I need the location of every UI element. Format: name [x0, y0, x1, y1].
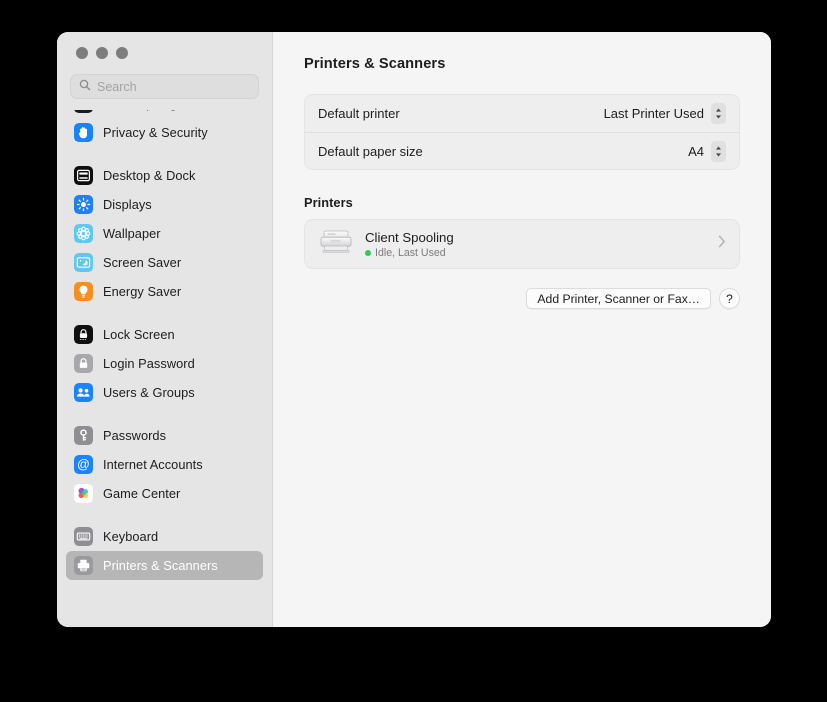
sidebar-item-label: Energy Saver [103, 284, 182, 299]
keyboard-icon [74, 527, 93, 546]
default-paper-size-value: A4 [688, 143, 704, 159]
close-button[interactable] [76, 47, 88, 59]
sidebar-group: Desktop & Dock Displays Wallpaper Screen… [66, 161, 263, 320]
sidebar-item-label: Keyboard [103, 529, 159, 544]
printer-row[interactable]: Client Spooling Idle, Last Used [304, 219, 740, 269]
sidebar: Siri & Spotlight Privacy & Security [57, 32, 273, 627]
sidebar-item-label: Passwords [103, 428, 167, 443]
sidebar-item-internet-accounts[interactable]: @ Internet Accounts [66, 450, 263, 479]
sidebar-item-label: Game Center [103, 486, 181, 501]
default-printer-value: Last Printer Used [603, 106, 704, 121]
sidebar-group: Lock Screen Login Password Users & Group… [66, 320, 263, 421]
sidebar-group: Siri & Spotlight Privacy & Security [66, 110, 263, 161]
printers-section-heading: Printers [304, 195, 353, 210]
search-field[interactable] [70, 74, 259, 99]
sidebar-item-wallpaper[interactable]: Wallpaper [66, 219, 263, 248]
game-center-icon [74, 484, 93, 503]
default-settings-card: Default printer Last Printer Used Defaul… [304, 94, 740, 170]
printer-status-text: Idle, Last Used [375, 246, 446, 259]
screen-saver-icon [74, 253, 93, 272]
displays-icon [74, 195, 93, 214]
printer-info: Client Spooling Idle, Last Used [365, 230, 707, 259]
system-settings-window: Siri & Spotlight Privacy & Security [57, 32, 771, 627]
wallpaper-icon [74, 224, 93, 243]
sidebar-item-keyboard[interactable]: Keyboard [66, 522, 263, 551]
printer-icon [74, 556, 93, 575]
sidebar-item-lock-screen[interactable]: Lock Screen [66, 320, 263, 349]
default-printer-popup-button[interactable] [711, 103, 726, 124]
users-groups-icon [74, 383, 93, 402]
add-printer-button[interactable]: Add Printer, Scanner or Fax… [526, 288, 711, 309]
sidebar-item-label: Users & Groups [103, 385, 195, 400]
default-paper-size-row[interactable]: Default paper size A4 [305, 132, 739, 169]
sidebar-item-siri-spotlight[interactable]: Siri & Spotlight [66, 110, 263, 118]
sidebar-group: Passwords @ Internet Accounts Game Cente… [66, 421, 263, 522]
svg-text:@: @ [77, 458, 90, 472]
sidebar-item-users-groups[interactable]: Users & Groups [66, 378, 263, 407]
search-input[interactable] [97, 79, 250, 94]
sidebar-item-label: Desktop & Dock [103, 168, 196, 183]
window-titlebar [57, 32, 272, 74]
sidebar-item-label: Screen Saver [103, 255, 182, 270]
chevron-up-down-icon [716, 108, 721, 119]
sidebar-item-label: Wallpaper [103, 226, 161, 241]
siri-icon [74, 110, 93, 113]
zoom-button[interactable] [116, 47, 128, 59]
sidebar-nav-list: Siri & Spotlight Privacy & Security [66, 110, 263, 580]
sidebar-item-privacy-security[interactable]: Privacy & Security [66, 118, 263, 147]
help-button[interactable]: ? [719, 288, 740, 309]
search-icon [79, 78, 91, 96]
sidebar-item-displays[interactable]: Displays [66, 190, 263, 219]
sidebar-nav-scroll[interactable]: Siri & Spotlight Privacy & Security [57, 110, 272, 627]
desktop-dock-icon [74, 166, 93, 185]
sidebar-item-label: Internet Accounts [103, 457, 203, 472]
content-pane: Printers & Scanners Default printer Last… [273, 32, 771, 627]
page-title: Printers & Scanners [304, 56, 446, 72]
login-password-icon [74, 354, 93, 373]
sidebar-group: Keyboard Printers & Scanners [66, 522, 263, 580]
sidebar-item-label: Siri & Spotlight [103, 110, 188, 111]
search-container [57, 74, 272, 110]
lock-screen-icon [74, 325, 93, 344]
hand-shield-icon [74, 123, 93, 142]
default-paper-size-label: Default paper size [318, 143, 423, 159]
sidebar-item-passwords[interactable]: Passwords [66, 421, 263, 450]
sidebar-item-login-password[interactable]: Login Password [66, 349, 263, 378]
default-printer-row[interactable]: Default printer Last Printer Used [305, 95, 739, 132]
minimize-button[interactable] [96, 47, 108, 59]
sidebar-item-printers-scanners[interactable]: Printers & Scanners [66, 551, 263, 580]
sidebar-item-label: Displays [103, 197, 152, 212]
sidebar-item-desktop-dock[interactable]: Desktop & Dock [66, 161, 263, 190]
sidebar-item-game-center[interactable]: Game Center [66, 479, 263, 508]
sidebar-item-label: Lock Screen [103, 327, 175, 342]
chevron-up-down-icon [716, 145, 721, 157]
sidebar-item-screen-saver[interactable]: Screen Saver [66, 248, 263, 277]
sidebar-item-label: Login Password [103, 356, 195, 371]
at-sign-icon: @ [74, 455, 93, 474]
default-printer-label: Default printer [318, 106, 400, 121]
chevron-right-icon[interactable] [718, 235, 726, 253]
sidebar-item-energy-saver[interactable]: Energy Saver [66, 277, 263, 306]
printer-device-icon [318, 227, 354, 262]
status-dot-icon [365, 249, 371, 256]
sidebar-item-label: Printers & Scanners [103, 558, 218, 573]
printer-name: Client Spooling [365, 229, 454, 245]
lightbulb-icon [74, 282, 93, 301]
key-icon [74, 426, 93, 445]
sidebar-item-label: Privacy & Security [103, 125, 208, 140]
printer-status: Idle, Last Used [365, 247, 707, 259]
actions-row: Add Printer, Scanner or Fax… ? [304, 288, 740, 309]
default-paper-size-popup-button[interactable] [711, 140, 726, 162]
